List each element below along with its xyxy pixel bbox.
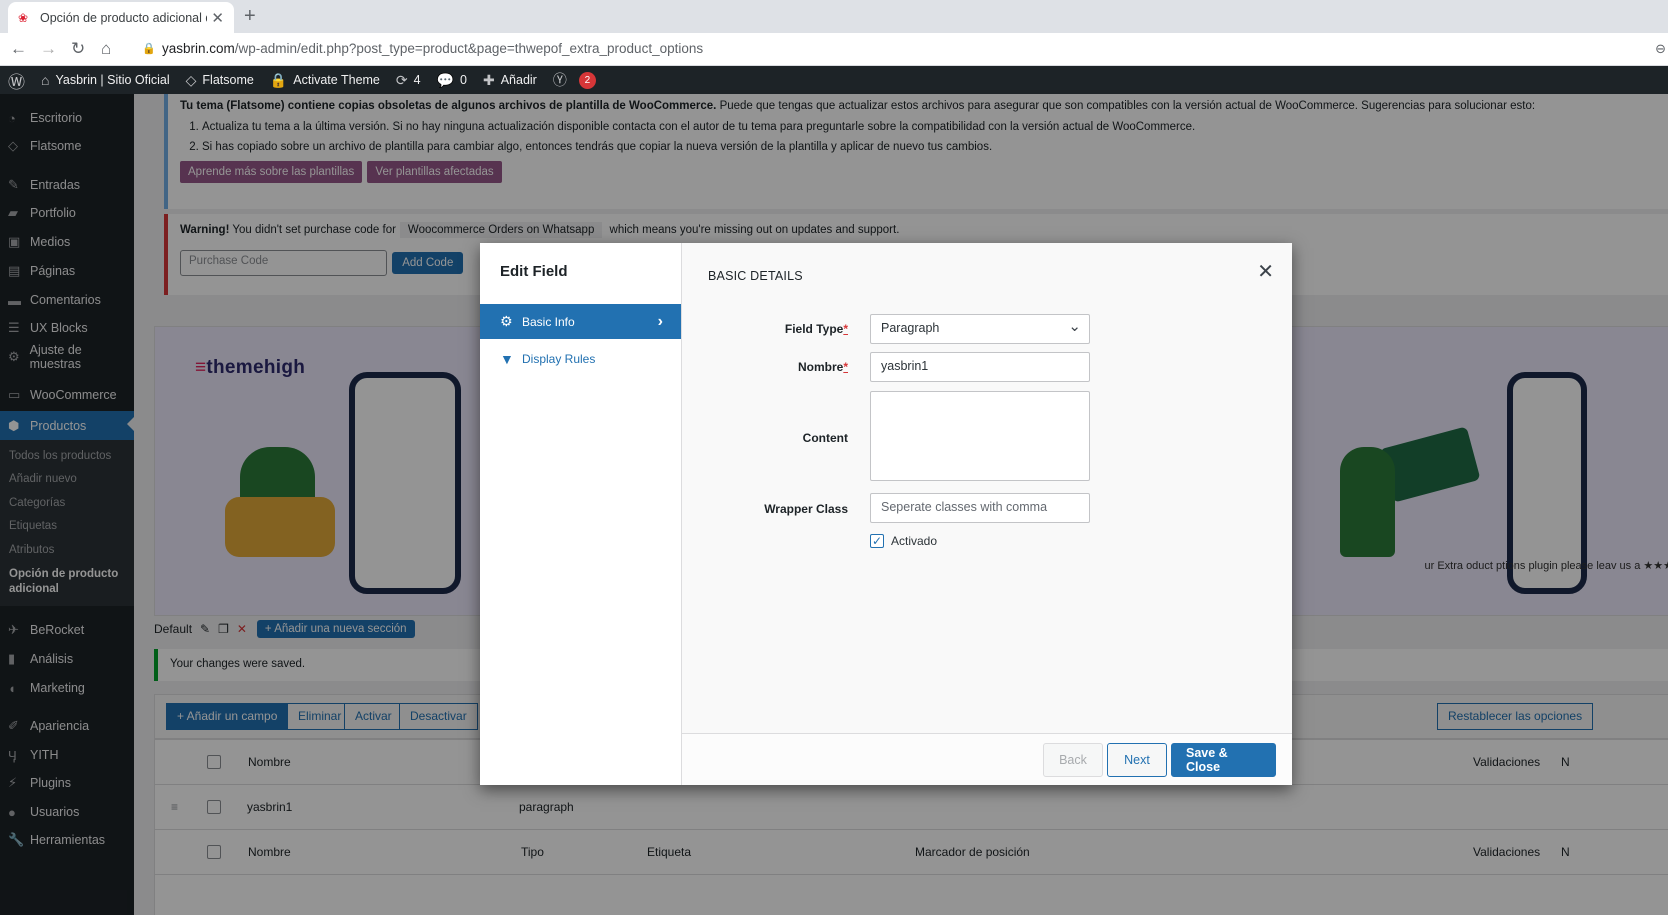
theme-name: Flatsome bbox=[202, 73, 254, 87]
filter-icon: ▼ bbox=[500, 350, 514, 367]
browser-tabbar: ❀ Opción de producto adicional de ✕ + bbox=[0, 0, 1668, 33]
label-text: Field Type bbox=[784, 322, 844, 336]
wrapper-class-input[interactable]: Seperate classes with comma bbox=[870, 493, 1090, 523]
field-type-select[interactable]: Paragraph bbox=[870, 314, 1090, 344]
forward-arrow-icon[interactable]: → bbox=[40, 39, 57, 59]
home-icon: ⌂ bbox=[41, 72, 50, 88]
enabled-label: Activado bbox=[891, 534, 938, 548]
section-title: BASIC DETAILS bbox=[708, 269, 803, 283]
updates-count: 4 bbox=[413, 73, 421, 87]
wrapper-class-label: Wrapper Class bbox=[764, 502, 848, 516]
comments-link[interactable]: 💬 0 bbox=[429, 66, 475, 94]
lock-icon[interactable]: 🔒 bbox=[142, 42, 156, 55]
add-new-label: Añadir bbox=[500, 73, 537, 87]
modal-body: BASIC DETAILS ✕ Field Type* Paragraph No… bbox=[682, 243, 1292, 785]
enabled-checkbox[interactable]: ✓ bbox=[870, 534, 884, 548]
comments-count: 0 bbox=[460, 73, 467, 87]
new-tab-icon[interactable]: + bbox=[244, 5, 256, 28]
field-type-label: Field Type* bbox=[784, 322, 848, 336]
url-host: yasbrin.com bbox=[162, 41, 235, 56]
tab-label: Basic Info bbox=[522, 314, 575, 329]
add-new-link[interactable]: ✚ Añadir bbox=[475, 66, 545, 94]
name-input[interactable]: yasbrin1 bbox=[870, 352, 1090, 382]
tab-display-rules[interactable]: ▼ Display Rules bbox=[480, 341, 681, 376]
tab-label: Display Rules bbox=[522, 351, 596, 366]
chevron-right-icon: › bbox=[657, 312, 663, 330]
site-name-link[interactable]: ⌂ Yasbrin | Sitio Oficial bbox=[33, 66, 178, 94]
modal-sidebar: Edit Field ⚙ Basic Info › ▼ Display Rule… bbox=[480, 243, 682, 785]
flatsome-icon: ◇ bbox=[185, 71, 197, 88]
back-arrow-icon[interactable]: ← bbox=[10, 39, 27, 59]
browser-tab[interactable]: ❀ Opción de producto adicional de ✕ bbox=[8, 2, 234, 33]
yoast-link[interactable]: Ⓨ 2 bbox=[545, 66, 604, 94]
edit-field-modal: Edit Field ⚙ Basic Info › ▼ Display Rule… bbox=[480, 243, 1292, 785]
yoast-badge: 2 bbox=[578, 71, 596, 89]
browser-addressbar: ← → ↻ ⌂ 🔒 yasbrin.com/wp-admin/edit.php?… bbox=[0, 33, 1668, 66]
wordpress-icon: Ⓦ bbox=[8, 72, 25, 92]
flatsome-link[interactable]: ◇ Flatsome bbox=[178, 66, 262, 94]
url-field[interactable]: yasbrin.com/wp-admin/edit.php?post_type=… bbox=[162, 41, 703, 56]
activate-theme-link[interactable]: 🔒 Activate Theme bbox=[262, 66, 388, 94]
activate-theme-label: Activate Theme bbox=[293, 73, 380, 87]
updates-icon: ⟳ bbox=[395, 71, 408, 88]
tab-title: Opción de producto adicional de bbox=[40, 10, 208, 25]
tab-basic-info[interactable]: ⚙ Basic Info › bbox=[480, 304, 681, 339]
wp-admin-bar: Ⓦ ⌂ Yasbrin | Sitio Oficial ◇ Flatsome 🔒 Ac… bbox=[0, 66, 1668, 94]
home-icon[interactable]: ⌂ bbox=[101, 39, 111, 59]
plus-icon: ✚ bbox=[482, 71, 495, 88]
site-favicon-icon: ❀ bbox=[18, 10, 29, 25]
tab-close-icon[interactable]: ✕ bbox=[211, 9, 224, 27]
content-textarea[interactable] bbox=[870, 391, 1090, 481]
wp-logo[interactable]: Ⓦ bbox=[0, 66, 33, 94]
next-button[interactable]: Next bbox=[1107, 743, 1167, 777]
save-close-button[interactable]: Save & Close bbox=[1171, 743, 1276, 777]
back-button[interactable]: Back bbox=[1043, 743, 1103, 777]
lock-icon: 🔒 bbox=[269, 71, 288, 88]
comment-icon: 💬 bbox=[436, 71, 455, 88]
name-label: Nombre* bbox=[797, 360, 848, 374]
label-text: Nombre bbox=[797, 360, 844, 374]
zoom-icon[interactable]: ⊖ bbox=[1655, 41, 1666, 57]
modal-title: Edit Field bbox=[500, 263, 568, 280]
updates-link[interactable]: ⟳ 4 bbox=[388, 66, 429, 94]
content-label: Content bbox=[802, 431, 848, 445]
gear-icon: ⚙ bbox=[500, 313, 513, 329]
close-icon[interactable]: ✕ bbox=[1257, 259, 1274, 284]
reload-icon[interactable]: ↻ bbox=[71, 39, 85, 59]
url-path: /wp-admin/edit.php?post_type=product&pag… bbox=[234, 41, 704, 56]
site-name: Yasbrin | Sitio Oficial bbox=[55, 73, 170, 87]
yoast-icon: Ⓨ bbox=[552, 72, 567, 88]
modal-footer: Back Next Save & Close bbox=[682, 733, 1292, 785]
